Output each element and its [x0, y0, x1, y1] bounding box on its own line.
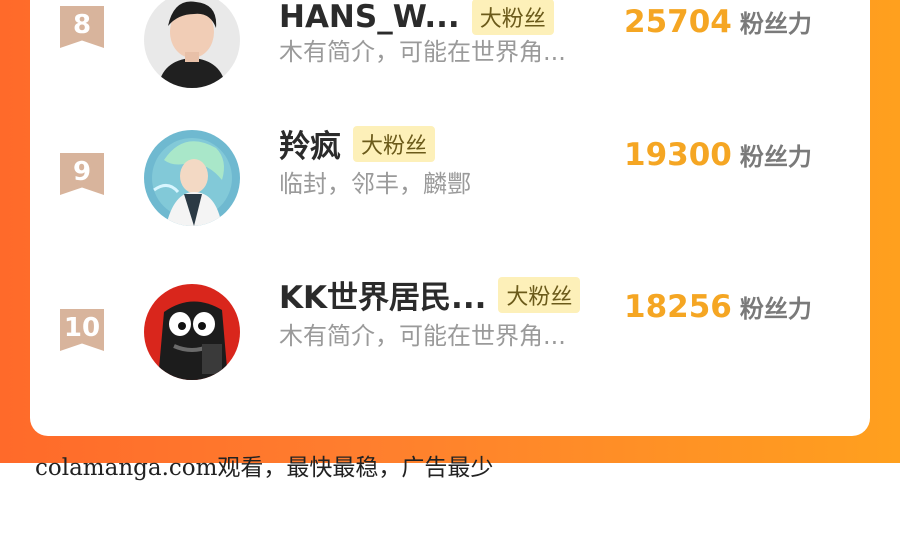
- rank-ribbon: 10: [60, 309, 104, 351]
- ranking-row[interactable]: 9 羚疯 大粉丝 临封，邻丰，麟酆 19300 粉丝力: [30, 125, 870, 250]
- avatar-portrait-image: [144, 0, 240, 88]
- ranking-row[interactable]: 10 KK世界居民... 大粉丝 木有简介，可能在世界角... 18256 粉丝力: [30, 276, 870, 402]
- avatar-anime-image: [144, 130, 240, 226]
- fan-power: 25704 粉丝力: [624, 4, 812, 40]
- user-description: 木有简介，可能在世界角...: [279, 322, 566, 350]
- fan-power-unit: 粉丝力: [739, 10, 812, 38]
- fan-power-value: 25704: [624, 4, 732, 40]
- user-name[interactable]: HANS_W...: [279, 0, 460, 35]
- avatar-cartoon-image: [144, 284, 240, 380]
- fan-power: 19300 粉丝力: [624, 137, 812, 173]
- user-description: 临封，邻丰，麟酆: [279, 170, 471, 198]
- fan-badge: 大粉丝: [353, 125, 436, 162]
- user-name[interactable]: 羚疯: [279, 121, 341, 166]
- name-line: KK世界居民... 大粉丝: [279, 272, 581, 316]
- rank-ribbon: 9: [60, 153, 104, 195]
- name-line: 羚疯 大粉丝: [279, 121, 436, 165]
- fan-power: 18256 粉丝力: [624, 289, 812, 325]
- ranking-row[interactable]: 8 HANS_W... 大粉丝 木有简介，可能在世界角... 25704 粉丝力: [30, 0, 870, 100]
- fan-badge: 大粉丝: [498, 276, 581, 313]
- watermark-footer: colamanga.com观看，最快最稳，广告最少: [35, 455, 494, 481]
- avatar[interactable]: [144, 130, 240, 226]
- fan-power-unit: 粉丝力: [739, 143, 812, 171]
- user-name[interactable]: KK世界居民...: [279, 272, 486, 317]
- rank-ribbon: 8: [60, 6, 104, 48]
- fan-badge: 大粉丝: [471, 0, 554, 35]
- fan-power-value: 18256: [624, 289, 732, 325]
- fan-power-value: 19300: [624, 137, 732, 173]
- fan-ranking-card: 8 HANS_W... 大粉丝 木有简介，可能在世界角... 25704 粉丝力 9: [30, 0, 870, 436]
- user-description: 木有简介，可能在世界角...: [279, 38, 566, 66]
- fan-power-unit: 粉丝力: [739, 295, 812, 323]
- avatar[interactable]: [144, 0, 240, 88]
- avatar[interactable]: [144, 284, 240, 380]
